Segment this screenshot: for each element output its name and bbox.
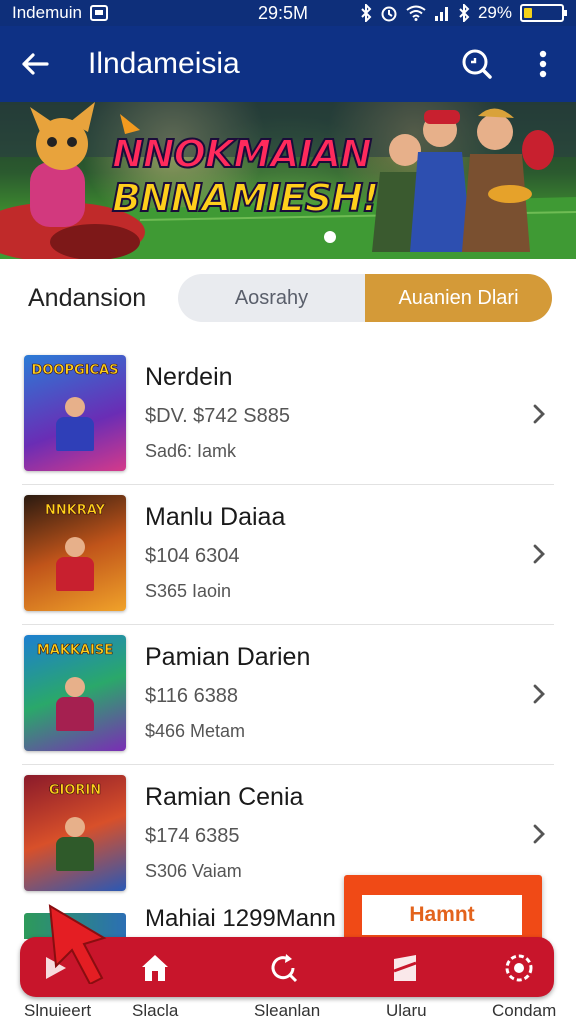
cursor-arrow-icon: [48, 904, 107, 984]
action-button[interactable]: Hamnt: [362, 895, 522, 935]
segment-option-2[interactable]: Auanien Dlari: [365, 274, 552, 322]
item-text: Manlu Daiaa $104 6304 S365 Iaoin: [145, 503, 285, 602]
item-name: Nerdein: [145, 363, 233, 391]
banner-line-2: BNNAMIESH!: [111, 175, 380, 221]
list-item[interactable]: NNKRAY Manlu Daiaa $104 6304 S365 Iaoin: [0, 485, 576, 625]
item-meta: Sad6: Iamk: [145, 441, 237, 461]
battery-icon: [520, 4, 567, 22]
list-item[interactable]: MAKKAISE Pamian Darien $116 6388 $466 Me…: [0, 625, 576, 765]
nav-label-2[interactable]: Slacla: [132, 1001, 178, 1021]
thumbnail-character: [50, 677, 100, 733]
banner-line-1: NNOKMAIAN: [111, 131, 373, 177]
status-time: 29:5M: [258, 3, 309, 23]
item-price: $174 6385: [145, 825, 240, 847]
chevron-right-icon: [533, 824, 545, 844]
nav-label-1[interactable]: Slnuieert: [24, 1001, 91, 1021]
game-thumbnail: MAKKAISE: [24, 635, 126, 751]
more-vert-icon: [539, 50, 547, 78]
settings-icon[interactable]: [502, 951, 536, 985]
item-meta: S306 Vaiam: [145, 861, 242, 881]
nav-label-4[interactable]: Ularu: [386, 1001, 427, 1021]
bluetooth-icon-2: [459, 4, 470, 22]
thumbnail-character: [50, 537, 100, 593]
item-text: Nerdein $DV. $742 S885 Sad6: Iamk: [145, 363, 290, 462]
filter-row: Andansion Aosrahy Auanien Dlari: [0, 260, 576, 336]
bottom-nav-labels: Slnuieert Slacla Sleanlan Ularu Condam: [0, 998, 576, 1024]
game-thumbnail: GIORIN: [24, 775, 126, 891]
battery-level: [524, 8, 532, 18]
page-title: Ilndameisia: [88, 47, 240, 80]
nav-label-3[interactable]: Sleanlan: [254, 1001, 320, 1021]
filter-label: Andansion: [28, 283, 147, 312]
banner-headline: NNOKMAIAN BNNAMIESH!: [111, 131, 380, 221]
back-arrow-icon: [22, 53, 49, 75]
wifi-icon: [406, 5, 426, 21]
thumbnail-title: GIORIN: [48, 783, 102, 799]
item-price: $104 6304: [145, 545, 240, 567]
list-item[interactable]: DOOPGICAS Nerdein $DV. $742 S885 Sad6: I…: [0, 345, 576, 485]
alarm-icon: [381, 6, 397, 22]
segmented-control: Aosrahy Auanien Dlari: [178, 274, 552, 322]
item-meta: $466 Metam: [145, 721, 246, 741]
bookmark-icon[interactable]: [388, 951, 422, 985]
nav-label-5[interactable]: Condam: [492, 1001, 556, 1021]
status-bar: Indemuin 29:5M 29%: [0, 0, 576, 26]
game-thumbnail: NNKRAY: [24, 495, 126, 611]
thumbnail-title: MAKKAISE: [36, 643, 114, 659]
carrier-label: Indemuin: [12, 3, 82, 22]
chevron-right-icon: [533, 544, 545, 564]
thumbnail-character: [50, 817, 100, 873]
game-thumbnail: DOOPGICAS: [24, 355, 126, 471]
search-icon: [462, 49, 492, 79]
signal-icon: [434, 7, 448, 21]
item-price: $DV. $742 S885: [145, 405, 290, 427]
game-list: DOOPGICAS Nerdein $DV. $742 S885 Sad6: I…: [0, 345, 576, 905]
item-name: Mahiai 1299Mann: [145, 905, 336, 932]
battery-percent: 29%: [477, 3, 512, 22]
segment-option-1[interactable]: Aosrahy: [178, 274, 365, 322]
promo-banner[interactable]: NNOKMAIAN BNNAMIESH!: [0, 102, 576, 259]
more-options-button[interactable]: [510, 26, 576, 102]
refresh-search-icon[interactable]: [266, 951, 300, 985]
item-meta: S365 Iaoin: [145, 581, 232, 601]
item-text: Ramian Cenia $174 6385 S306 Vaiam: [145, 783, 303, 882]
item-price: $116 6388: [145, 685, 239, 707]
chevron-right-icon: [533, 404, 545, 424]
search-button[interactable]: [444, 26, 510, 102]
thumbnail-title: NNKRAY: [44, 503, 106, 519]
app-bar: Ilndameisia: [0, 26, 576, 102]
thumbnail-title: DOOPGICAS: [31, 363, 119, 379]
item-text: Pamian Darien $116 6388 $466 Metam: [145, 643, 310, 742]
item-name: Ramian Cenia: [145, 783, 304, 811]
bluetooth-icon: [361, 4, 372, 22]
chevron-right-icon: [533, 684, 545, 704]
notification-icon: [89, 5, 108, 21]
item-name: Pamian Darien: [145, 643, 311, 671]
back-button[interactable]: [0, 26, 70, 102]
home-icon[interactable]: [138, 951, 172, 985]
item-name: Manlu Daiaa: [145, 503, 286, 531]
thumbnail-character: [50, 397, 100, 453]
